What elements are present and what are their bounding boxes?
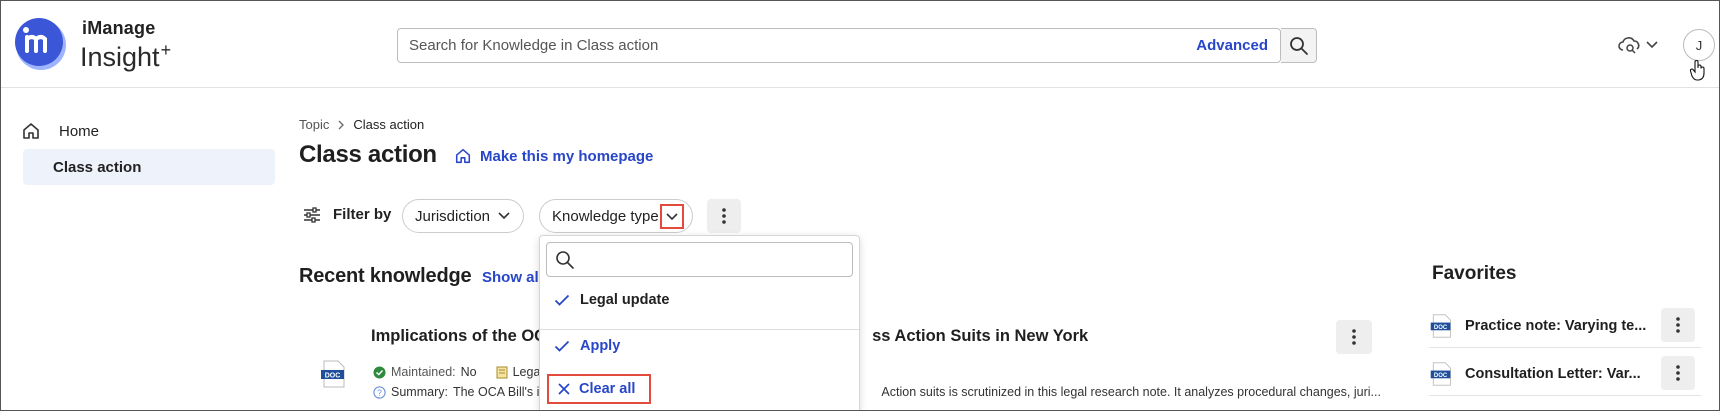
help-circle-icon: ? xyxy=(373,385,386,399)
favorite-more-button[interactable] xyxy=(1661,356,1695,390)
breadcrumb-current: Class action xyxy=(353,117,425,132)
knowledge-item-more-button[interactable] xyxy=(1336,320,1372,354)
knowledge-type-dropdown: Legal update Apply Clear all xyxy=(539,235,860,410)
apply-label: Apply xyxy=(580,338,621,354)
filter-by-label: Filter by xyxy=(333,206,392,223)
apply-button[interactable]: Apply xyxy=(554,338,620,354)
cloud-search-icon xyxy=(1618,37,1640,54)
make-homepage-link[interactable]: Make this my homepage xyxy=(454,147,653,165)
chevron-down-icon xyxy=(498,212,510,220)
close-icon xyxy=(558,383,570,395)
doc-file-icon: DOC xyxy=(1430,361,1451,386)
favorites-title: Favorites xyxy=(1432,263,1517,284)
filter-by: Filter by xyxy=(303,206,391,223)
knowledge-type-toggle[interactable] xyxy=(660,204,684,229)
divider xyxy=(540,329,859,330)
svg-text:DOC: DOC xyxy=(325,373,341,380)
favorite-item-label: Practice note: Varying te... xyxy=(1465,317,1647,334)
hand-cursor-icon xyxy=(1689,60,1705,81)
maintained-value: No xyxy=(460,365,477,379)
jurisdiction-filter[interactable]: Jurisdiction xyxy=(402,199,524,233)
more-vertical-icon xyxy=(1352,329,1356,345)
make-homepage-label: Make this my homepage xyxy=(480,147,654,165)
search-button[interactable] xyxy=(1281,28,1317,63)
maintained-label: Maintained: xyxy=(391,365,456,379)
breadcrumb: Topic Class action xyxy=(299,117,424,132)
top-header: iManage Insight+ Advanced J xyxy=(1,1,1719,88)
jurisdiction-label: Jurisdiction xyxy=(415,207,491,225)
knowledge-type-value: Lega xyxy=(512,365,541,379)
brand-name: iManage xyxy=(82,18,156,38)
favorite-more-button[interactable] xyxy=(1661,308,1695,342)
more-vertical-icon xyxy=(722,208,726,224)
doc-file-icon: DOC xyxy=(1430,313,1451,338)
cloud-status-menu[interactable] xyxy=(1617,33,1665,57)
svg-text:DOC: DOC xyxy=(1434,373,1448,379)
svg-text:DOC: DOC xyxy=(1434,325,1448,331)
knowledge-item-meta: Maintained: No Lega xyxy=(373,365,540,379)
recent-knowledge-title: Recent knowledge xyxy=(299,265,472,287)
favorite-item-label: Consultation Letter: Var... xyxy=(1465,365,1641,382)
brand-product: Insight+ xyxy=(80,40,172,72)
option-legal-update[interactable]: Legal update xyxy=(554,292,669,308)
chevron-down-icon xyxy=(1646,41,1658,49)
summary-text: The OCA Bill's i xyxy=(452,385,540,399)
check-icon xyxy=(554,340,570,352)
check-icon xyxy=(554,294,570,306)
option-label: Legal update xyxy=(580,292,670,308)
check-circle-icon xyxy=(373,366,386,378)
sidebar-item-label: Home xyxy=(59,122,100,140)
svg-text:?: ? xyxy=(377,387,382,397)
filter-more-button[interactable] xyxy=(707,199,741,233)
imanage-logo xyxy=(15,18,66,70)
user-avatar[interactable]: J xyxy=(1683,29,1715,61)
knowledge-type-label: Knowledge type xyxy=(552,207,659,225)
page-title: Class action xyxy=(299,141,437,168)
document-type-icon xyxy=(496,366,508,378)
home-icon xyxy=(23,123,39,139)
search-icon xyxy=(556,251,574,269)
summary-label: Summary: xyxy=(391,385,448,399)
advanced-search-link[interactable]: Advanced xyxy=(1196,37,1268,54)
more-vertical-icon xyxy=(1676,365,1680,381)
search-input[interactable] xyxy=(398,29,1197,62)
summary-text-end: Action suits is scrutinized in this lega… xyxy=(881,385,1381,399)
chevron-down-icon xyxy=(666,212,678,220)
show-all-link[interactable]: Show all xyxy=(482,269,543,286)
doc-file-icon: DOC xyxy=(321,360,345,388)
chevron-right-icon xyxy=(338,120,345,129)
clear-all-label: Clear all xyxy=(579,381,636,397)
clear-all-button[interactable]: Clear all xyxy=(547,374,651,404)
home-icon xyxy=(455,148,471,164)
dropdown-search xyxy=(546,242,853,277)
global-search: Advanced xyxy=(397,28,1281,63)
filter-sliders-icon xyxy=(304,206,320,223)
knowledge-item-summary: ? Summary: The OCA Bill's i Action suits … xyxy=(373,385,1381,399)
sidebar-item-class-action[interactable]: Class action xyxy=(23,149,275,185)
sidebar-item-home[interactable]: Home xyxy=(21,117,261,145)
search-icon xyxy=(1289,36,1308,55)
app-window: iManage Insight+ Advanced J Home Class a… xyxy=(0,0,1720,411)
dropdown-search-input[interactable] xyxy=(547,243,852,276)
more-vertical-icon xyxy=(1676,317,1680,333)
breadcrumb-topic[interactable]: Topic xyxy=(299,117,329,132)
